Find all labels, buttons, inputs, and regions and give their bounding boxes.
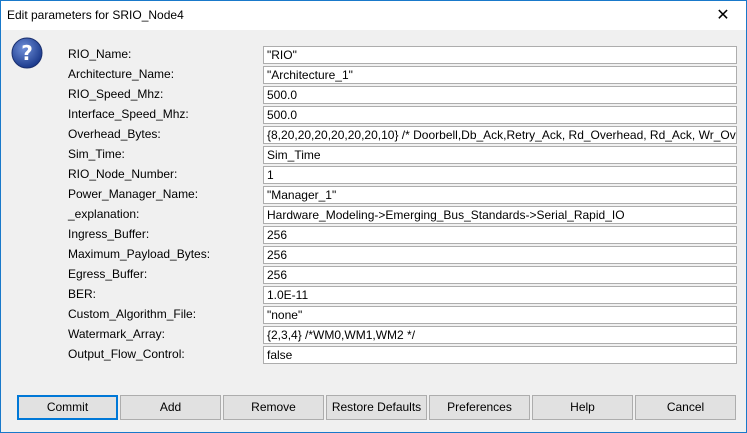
param-value-field[interactable]: Sim_Time (263, 146, 737, 164)
param-value-field[interactable]: "none" (263, 306, 737, 324)
param-value-field[interactable]: 256 (263, 226, 737, 244)
title-bar: Edit parameters for SRIO_Node4 ✕ (1, 1, 746, 30)
param-label: RIO_Name: (68, 47, 132, 61)
restore-defaults-button[interactable]: Restore Defaults (326, 395, 427, 420)
window-title: Edit parameters for SRIO_Node4 (7, 8, 184, 22)
preferences-button[interactable]: Preferences (429, 395, 530, 420)
param-label: RIO_Node_Number: (68, 167, 178, 181)
close-icon: ✕ (716, 7, 730, 24)
commit-button[interactable]: Commit (17, 395, 118, 420)
add-button[interactable]: Add (120, 395, 221, 420)
close-button[interactable]: ✕ (700, 1, 746, 30)
param-label: Interface_Speed_Mhz: (68, 107, 189, 121)
param-value-field[interactable]: Hardware_Modeling->Emerging_Bus_Standard… (263, 206, 737, 224)
param-value-field[interactable]: false (263, 346, 737, 364)
param-value-field[interactable]: {8,20,20,20,20,20,20,10} /* Doorbell,Db_… (263, 126, 737, 144)
dialog-window: Edit parameters for SRIO_Node4 ✕ ? RIO_N… (0, 0, 747, 433)
param-label: Output_Flow_Control: (68, 347, 185, 361)
help-button[interactable]: Help (532, 395, 633, 420)
question-glyph: ? (21, 41, 33, 65)
param-label: Custom_Algorithm_File: (68, 307, 197, 321)
param-value-field[interactable]: "RIO" (263, 46, 737, 64)
param-label: Egress_Buffer: (68, 267, 148, 281)
param-label: Power_Manager_Name: (68, 187, 199, 201)
param-value-field[interactable]: "Architecture_1" (263, 66, 737, 84)
param-value-field[interactable]: 256 (263, 266, 737, 284)
param-label: _explanation: (68, 207, 140, 221)
param-value-field[interactable]: 500.0 (263, 106, 737, 124)
param-value-field[interactable]: "Manager_1" (263, 186, 737, 204)
param-label: Architecture_Name: (68, 67, 175, 81)
param-label: Overhead_Bytes: (68, 127, 161, 141)
param-value-field[interactable]: 500.0 (263, 86, 737, 104)
param-label: BER: (68, 287, 97, 301)
param-label: Ingress_Buffer: (68, 227, 150, 241)
param-label: RIO_Speed_Mhz: (68, 87, 164, 101)
param-label: Watermark_Array: (68, 327, 165, 341)
param-value-field[interactable]: 256 (263, 246, 737, 264)
param-label: Sim_Time: (68, 147, 125, 161)
cancel-button[interactable]: Cancel (635, 395, 736, 420)
question-icon: ? (11, 37, 43, 69)
param-value-field[interactable]: 1 (263, 166, 737, 184)
param-label: Maximum_Payload_Bytes: (68, 247, 211, 261)
remove-button[interactable]: Remove (223, 395, 324, 420)
param-value-field[interactable]: 1.0E-11 (263, 286, 737, 304)
param-value-field[interactable]: {2,3,4} /*WM0,WM1,WM2 */ (263, 326, 737, 344)
